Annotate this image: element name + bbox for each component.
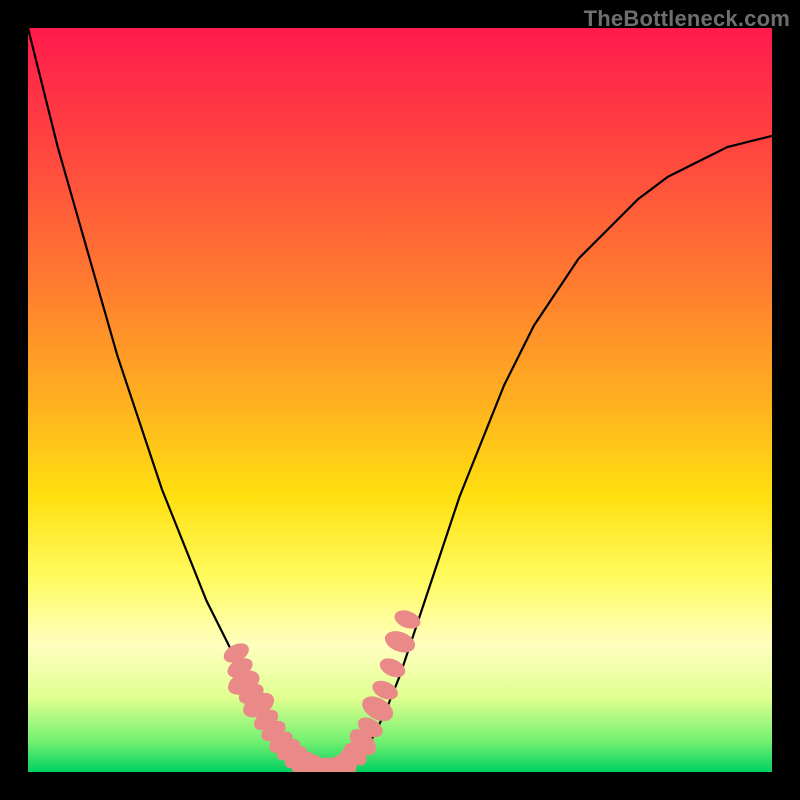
bottleneck-curve	[28, 28, 772, 772]
curve-layer	[28, 28, 772, 772]
watermark-text: TheBottleneck.com	[584, 6, 790, 32]
curve-marker	[392, 607, 423, 632]
curve-marker	[377, 655, 408, 681]
plot-area	[28, 28, 772, 772]
curve-marker	[382, 627, 418, 656]
marker-group	[221, 607, 423, 772]
chart-frame: TheBottleneck.com	[0, 0, 800, 800]
